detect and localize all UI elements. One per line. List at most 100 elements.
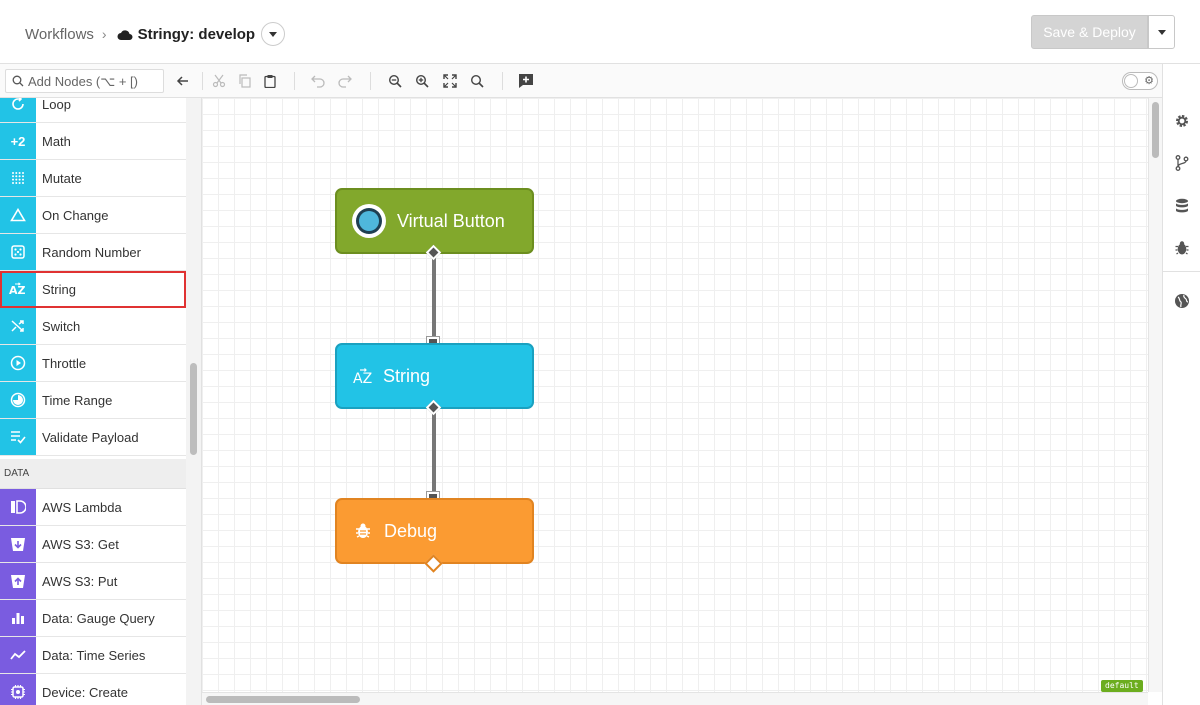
canvas-vertical-scrollbar-thumb[interactable] <box>1152 102 1159 158</box>
loop-icon <box>0 98 36 122</box>
palette-item-data-time-series[interactable]: Data: Time Series <box>0 637 186 674</box>
palette-item-string[interactable]: AZ String <box>0 271 186 308</box>
palette-item-device-create[interactable]: Device: Create <box>0 674 186 705</box>
bucket-upload-icon <box>0 563 36 599</box>
palette-item-label: String <box>42 281 76 297</box>
checklist-icon <box>0 419 36 455</box>
palette-item-switch[interactable]: Switch <box>0 308 186 345</box>
collapse-arrow-left-icon[interactable] <box>174 72 192 90</box>
redo-icon[interactable] <box>336 72 354 90</box>
math-icon: +2 <box>0 123 36 159</box>
toolbar-divider <box>202 72 203 90</box>
copy-icon[interactable] <box>236 72 254 90</box>
palette-item-label: Throttle <box>42 355 87 371</box>
palette-item-label: Loop <box>42 98 71 112</box>
workflow-menu-chevron-down-icon[interactable] <box>261 22 286 46</box>
save-deploy-button[interactable]: Save & Deploy <box>1031 15 1148 49</box>
breadcrumb-workflows-link[interactable]: Workflows <box>25 26 94 43</box>
settings-toggle[interactable]: ⚙ <box>1122 72 1158 90</box>
chip-icon <box>0 674 36 705</box>
canvas-vertical-scrollbar[interactable] <box>1148 98 1162 692</box>
clock-icon <box>0 382 36 418</box>
node-label: String <box>383 365 431 386</box>
palette-item-time-range[interactable]: Time Range <box>0 382 186 419</box>
canvas-horizontal-scrollbar-thumb[interactable] <box>206 696 360 703</box>
toggle-knob <box>1124 74 1138 88</box>
palette-item-label: Device: Create <box>42 684 128 700</box>
bucket-download-icon <box>0 526 36 562</box>
dice-icon <box>0 234 36 270</box>
node-label: Debug <box>384 520 438 541</box>
palette-item-aws-s3-put[interactable]: AWS S3: Put <box>0 563 186 600</box>
cut-icon[interactable] <box>210 72 228 90</box>
zoom-out-icon[interactable] <box>386 72 404 90</box>
palette-item-label: Validate Payload <box>42 429 139 445</box>
palette-item-label: Switch <box>42 318 81 334</box>
section-header-data: DATA <box>0 459 186 489</box>
palette-item-label: Mutate <box>42 170 82 186</box>
lambda-icon <box>0 489 36 525</box>
svg-text:AZ: AZ <box>353 371 372 385</box>
header-bar: Workflows › Stringy: develop Save & Depl… <box>0 0 1200 64</box>
breadcrumb: Workflows › Stringy: develop <box>25 22 286 46</box>
palette-item-mutate[interactable]: Mutate <box>0 160 186 197</box>
database-icon[interactable] <box>1173 197 1191 215</box>
string-az-icon: AZ <box>0 271 36 307</box>
canvas-horizontal-scrollbar[interactable] <box>202 692 1148 705</box>
palette-item-math[interactable]: +2 Math <box>0 123 186 160</box>
palette-item-label: Data: Gauge Query <box>42 610 155 626</box>
palette-item-label: On Change <box>42 207 109 223</box>
node-virtual-button[interactable]: Virtual Button <box>335 188 534 254</box>
palette-item-throttle[interactable]: Throttle <box>0 345 186 382</box>
fit-to-screen-icon[interactable] <box>441 72 459 90</box>
add-comment-icon[interactable] <box>517 72 535 90</box>
connection-wire[interactable] <box>432 256 436 342</box>
toolbar-divider <box>502 72 503 90</box>
version-branch-icon[interactable] <box>1173 154 1191 172</box>
palette-item-aws-lambda[interactable]: AWS Lambda <box>0 489 186 526</box>
environment-badge: default <box>1101 680 1143 692</box>
palette-item-label: AWS Lambda <box>42 499 122 515</box>
zoom-reset-icon[interactable] <box>468 72 486 90</box>
paste-icon[interactable] <box>261 72 279 90</box>
string-az-icon: AZ <box>353 368 372 385</box>
palette-scrollbar[interactable] <box>186 98 202 705</box>
bar-chart-icon <box>0 600 36 636</box>
line-chart-icon <box>0 637 36 673</box>
save-options-chevron-down-icon[interactable] <box>1148 15 1175 49</box>
undo-icon[interactable] <box>309 72 327 90</box>
connection-wire[interactable] <box>432 412 436 497</box>
throttle-play-icon <box>0 345 36 381</box>
rail-divider <box>1163 271 1200 272</box>
palette-item-label: Random Number <box>42 244 141 260</box>
add-nodes-input[interactable] <box>28 73 158 89</box>
bug-icon[interactable] <box>1173 239 1191 257</box>
palette-item-label: Math <box>42 133 71 149</box>
svg-text:AZ: AZ <box>9 284 26 296</box>
gear-icon[interactable] <box>1173 112 1191 130</box>
breadcrumb-separator: › <box>101 26 107 42</box>
palette-item-on-change[interactable]: On Change <box>0 197 186 234</box>
palette-scrollbar-thumb[interactable] <box>190 363 197 455</box>
palette-item-label: AWS S3: Get <box>42 536 119 552</box>
search-icon <box>12 75 24 87</box>
zoom-in-icon[interactable] <box>413 72 431 90</box>
node-debug[interactable]: Debug <box>335 498 534 564</box>
palette-item-loop[interactable]: Loop <box>0 98 186 123</box>
right-panel-rail <box>1162 64 1200 705</box>
palette-item-random-number[interactable]: Random Number <box>0 234 186 271</box>
delta-triangle-icon <box>0 197 36 233</box>
toolbar-divider <box>294 72 295 90</box>
palette-item-label: AWS S3: Put <box>42 573 118 589</box>
palette-item-data-gauge-query[interactable]: Data: Gauge Query <box>0 600 186 637</box>
cloud-icon <box>117 28 133 40</box>
palette-item-label: Data: Time Series <box>42 647 146 663</box>
add-nodes-search[interactable] <box>5 69 164 93</box>
globe-icon[interactable] <box>1173 292 1191 310</box>
node-string[interactable]: AZ String <box>335 343 534 409</box>
workflow-title: Stringy: develop <box>137 25 256 43</box>
palette-item-aws-s3-get[interactable]: AWS S3: Get <box>0 526 186 563</box>
editor-toolbar: ⚙ <box>0 64 1162 98</box>
palette-item-validate-payload[interactable]: Validate Payload <box>0 419 186 456</box>
mutate-grid-icon <box>0 160 36 196</box>
